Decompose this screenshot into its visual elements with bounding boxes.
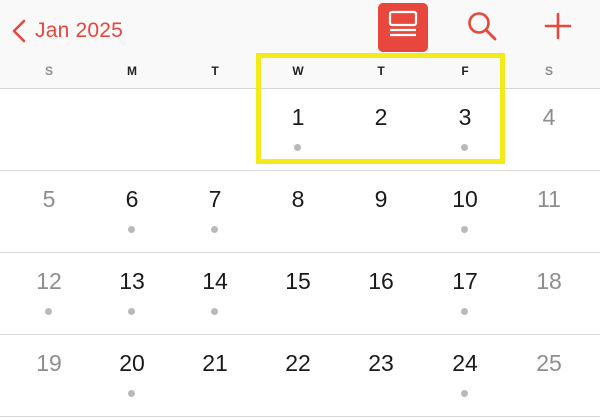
day-number: 2	[374, 104, 388, 130]
event-dot-icon	[128, 226, 135, 233]
day-number: 19	[36, 350, 62, 376]
day-cell[interactable]: 18	[507, 252, 591, 334]
day-cell[interactable]: 23	[339, 334, 423, 416]
day-number: 23	[368, 350, 394, 376]
day-cell[interactable]: 2	[339, 88, 423, 170]
list-view-button[interactable]	[378, 3, 428, 52]
day-cell[interactable]: 12	[7, 252, 91, 334]
event-dot-icon	[461, 390, 468, 397]
day-cell[interactable]: 24	[423, 334, 507, 416]
weekday-label-thu: T	[377, 64, 385, 78]
event-dot-icon	[294, 144, 301, 151]
day-number: 4	[542, 104, 556, 130]
day-cell[interactable]: 14	[173, 252, 257, 334]
day-number: 3	[458, 104, 472, 130]
day-cell[interactable]: 17	[423, 252, 507, 334]
day-cell[interactable]: 19	[7, 334, 91, 416]
event-dot-icon	[461, 308, 468, 315]
day-cell[interactable]: 21	[173, 334, 257, 416]
search-button[interactable]	[464, 10, 500, 46]
plus-icon	[543, 11, 573, 46]
day-number: 16	[368, 268, 394, 294]
day-number: 1	[291, 104, 305, 130]
day-number: 6	[125, 186, 139, 212]
weekday-label-tue: T	[211, 64, 219, 78]
week-row: 1 2 3 4	[0, 88, 600, 171]
day-cell[interactable]: 25	[507, 334, 591, 416]
day-cell[interactable]: 13	[90, 252, 174, 334]
day-number: 25	[536, 350, 562, 376]
list-view-icon	[387, 10, 419, 45]
day-number: 21	[202, 350, 228, 376]
day-number: 13	[119, 268, 145, 294]
day-number: 8	[291, 186, 305, 212]
day-cell[interactable]: 9	[339, 170, 423, 252]
event-dot-icon	[211, 308, 218, 315]
weekday-label-sat: S	[544, 64, 553, 78]
day-number: 17	[452, 268, 478, 294]
day-cell[interactable]: 20	[90, 334, 174, 416]
weekday-label-wed: W	[292, 64, 304, 78]
day-cell[interactable]: 15	[256, 252, 340, 334]
day-number: 9	[374, 186, 388, 212]
chevron-left-icon	[12, 19, 26, 43]
day-number: 22	[285, 350, 311, 376]
day-cell[interactable]: 10	[423, 170, 507, 252]
event-dot-icon	[128, 308, 135, 315]
day-number: 14	[202, 268, 228, 294]
day-number: 5	[42, 186, 56, 212]
event-dot-icon	[461, 144, 468, 151]
calendar-header: Jan 2025 S M T W T F S	[0, 0, 600, 89]
day-cell[interactable]: 16	[339, 252, 423, 334]
day-number: 18	[536, 268, 562, 294]
search-icon	[466, 10, 498, 47]
day-cell[interactable]: 5	[7, 170, 91, 252]
day-cell[interactable]: 1	[256, 88, 340, 170]
week-row: 5 6 7 8 9 10 11	[0, 170, 600, 253]
day-cell[interactable]: 8	[256, 170, 340, 252]
weekday-label-mon: M	[127, 64, 137, 78]
day-cell[interactable]: 11	[507, 170, 591, 252]
event-dot-icon	[211, 226, 218, 233]
event-dot-icon	[128, 390, 135, 397]
weekday-label-fri: F	[461, 64, 469, 78]
day-number: 7	[208, 186, 222, 212]
add-event-button[interactable]	[540, 10, 576, 46]
day-cell[interactable]: 22	[256, 334, 340, 416]
event-dot-icon	[45, 308, 52, 315]
week-row: 12 13 14 15 16 17 18	[0, 252, 600, 335]
day-number: 10	[452, 186, 478, 212]
day-cell[interactable]: 4	[507, 88, 591, 170]
day-cell[interactable]: 3	[423, 88, 507, 170]
back-to-month-button[interactable]: Jan 2025	[12, 14, 123, 48]
day-number: 12	[36, 268, 62, 294]
week-row: 19 20 21 22 23 24 25	[0, 334, 600, 417]
day-cell[interactable]: 6	[90, 170, 174, 252]
weekday-label-sun: S	[44, 64, 53, 78]
weekday-header-row: S M T W T F S	[0, 64, 600, 84]
event-dot-icon	[461, 226, 468, 233]
day-cell[interactable]: 7	[173, 170, 257, 252]
day-number: 24	[452, 350, 478, 376]
day-number: 15	[285, 268, 311, 294]
month-year-label: Jan 2025	[35, 19, 124, 42]
day-number: 11	[537, 186, 561, 212]
day-number: 20	[119, 350, 145, 376]
